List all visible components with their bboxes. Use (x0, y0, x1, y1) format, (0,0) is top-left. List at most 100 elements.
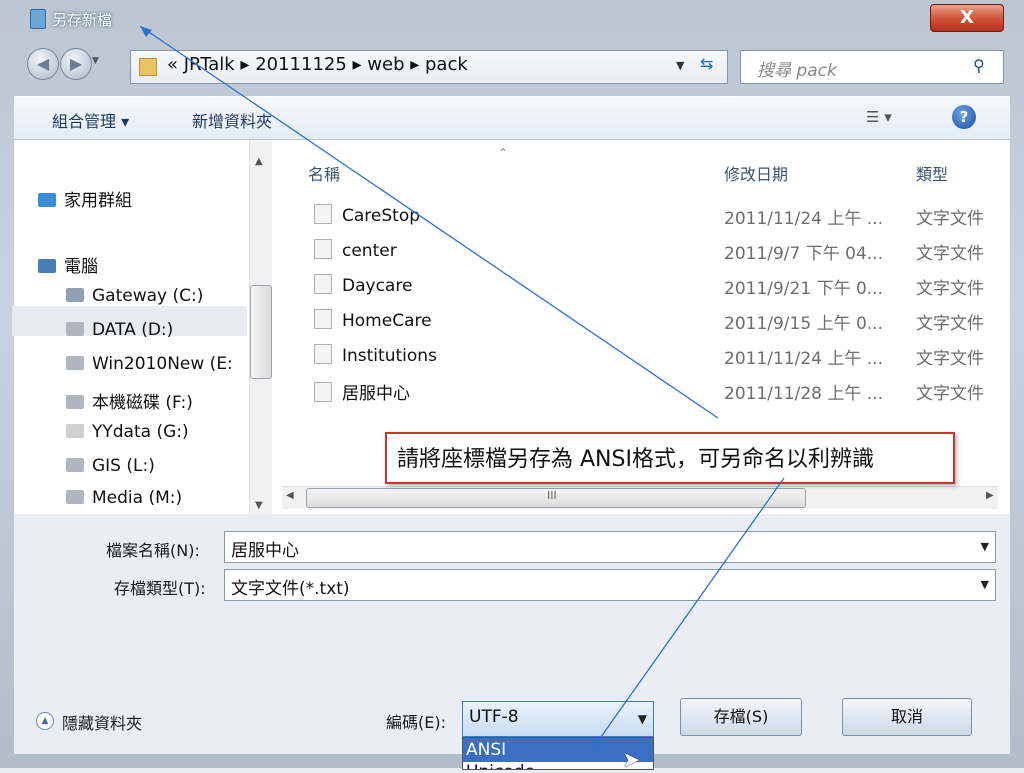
file-row[interactable]: center (314, 239, 397, 261)
file-type: 文字文件 (916, 279, 984, 299)
annotation-callout: 請將座標檔另存為 ANSI格式，可另命名以利辨識 (385, 432, 955, 484)
chevron-down-icon[interactable]: ▼ (981, 540, 989, 553)
column-header-modified[interactable]: 修改日期 (724, 161, 788, 185)
chevron-down-icon[interactable]: ▼ (676, 59, 684, 72)
sidebar-item[interactable]: Media (M:) (66, 488, 182, 508)
filename-label: 檔案名稱(N): (106, 541, 200, 560)
sidebar-item[interactable]: Gateway (C:) (66, 286, 203, 306)
sidebar-item[interactable]: 本機磁碟 (F:) (66, 388, 193, 413)
sidebar-item-label: Media (M:) (92, 488, 183, 508)
chevron-down-icon[interactable]: ▼ (638, 712, 647, 726)
file-row[interactable]: Institutions (314, 344, 437, 366)
encoding-label: 編碼(E): (386, 713, 446, 732)
sidebar-item-label: 本機磁碟 (F:) (92, 393, 193, 413)
text-file-icon (314, 274, 332, 294)
file-modified: 2011/11/24 上午 ... (724, 349, 884, 369)
file-name: 居服中心 (342, 384, 410, 404)
recent-locations-chevron-icon[interactable]: ▼ (92, 56, 104, 70)
text-file-icon (314, 204, 332, 224)
encoding-option-unicode[interactable]: Unicode (466, 762, 535, 769)
refresh-icon[interactable]: ⇆ (700, 54, 722, 78)
filetype-value: 文字文件(*.txt) (231, 579, 350, 599)
search-input[interactable]: 搜尋 pack ⚲ (740, 50, 1004, 84)
sidebar-item-label: DATA (D:) (92, 320, 174, 340)
file-modified: 2011/9/21 下午 0... (724, 279, 884, 299)
sidebar-item[interactable]: 電腦 (38, 252, 98, 277)
text-file-icon (314, 239, 332, 259)
network-drive-icon (66, 424, 84, 438)
new-folder-button[interactable]: 新增資料夾 (192, 108, 272, 132)
notepad-icon (30, 9, 46, 29)
scroll-down-icon[interactable]: ▼ (255, 500, 263, 511)
file-row[interactable]: HomeCare (314, 309, 432, 331)
arrow-right-icon: ▶ (69, 54, 83, 73)
forward-button[interactable]: ▶ (60, 48, 92, 80)
file-modified: 2011/9/7 下午 04... (724, 244, 884, 264)
sidebar-item[interactable]: DATA (D:) (66, 320, 173, 340)
column-header-type[interactable]: 類型 (916, 161, 948, 185)
title-bar[interactable]: 另存新檔 X (0, 0, 1024, 38)
chevron-down-icon[interactable]: ▼ (981, 578, 989, 591)
file-type: 文字文件 (916, 349, 984, 369)
scroll-up-icon[interactable]: ▲ (255, 156, 263, 167)
homegroup-icon (38, 193, 56, 207)
sidebar-item[interactable]: GIS (L:) (66, 456, 155, 476)
file-type: 文字文件 (916, 244, 984, 264)
drive-icon (66, 490, 84, 504)
sidebar-item-label: YYdata (G:) (92, 422, 189, 442)
breadcrumb[interactable]: « JRTalk ▸ 20111125 ▸ web ▸ pack (167, 54, 468, 75)
filetype-label: 存檔類型(T): (114, 579, 206, 598)
collapse-up-icon[interactable]: ▲ (36, 712, 54, 730)
file-name: Daycare (342, 276, 413, 296)
sidebar-item[interactable]: 家用群組 (38, 186, 132, 211)
scroll-left-icon[interactable]: ◀ (286, 490, 294, 501)
organize-button[interactable]: 組合管理 ▾ (52, 108, 129, 132)
scroll-right-icon[interactable]: ▶ (986, 490, 994, 501)
file-name: Institutions (342, 346, 437, 366)
file-row[interactable]: Daycare (314, 274, 412, 296)
file-type: 文字文件 (916, 384, 984, 404)
sidebar-item-label: Gateway (C:) (92, 286, 204, 306)
file-modified: 2011/11/24 上午 ... (724, 209, 884, 229)
sidebar-item[interactable]: YYdata (G:) (66, 422, 189, 442)
drive-icon (66, 395, 84, 409)
command-bar: 組合管理 ▾ 新增資料夾 ☰ ▾ ? (14, 96, 1010, 140)
filename-value: 居服中心 (231, 541, 299, 561)
scroll-grip: III (547, 489, 557, 502)
sidebar-item[interactable]: Win2010New (E: (66, 354, 233, 374)
text-file-icon (314, 344, 332, 364)
search-icon[interactable]: ⚲ (973, 56, 985, 75)
search-placeholder: 搜尋 pack (757, 61, 837, 81)
encoding-select[interactable]: UTF-8 ▼ (462, 701, 654, 737)
text-file-icon (314, 309, 332, 329)
sort-caret-icon: ⌃ (498, 146, 509, 160)
nav-scrollbar-thumb[interactable] (250, 285, 272, 379)
column-header-name[interactable]: 名稱 (308, 161, 340, 185)
filename-field[interactable]: 居服中心 ▼ (224, 531, 996, 563)
cancel-button[interactable]: 取消 (842, 698, 972, 736)
help-icon[interactable]: ? (952, 105, 976, 129)
hide-folders-button[interactable]: 隱藏資料夾 (62, 710, 142, 734)
filetype-select[interactable]: 文字文件(*.txt) ▼ (224, 569, 996, 601)
file-name: HomeCare (342, 311, 432, 331)
text-file-icon (314, 382, 332, 402)
close-button[interactable]: X (930, 4, 1004, 32)
file-type: 文字文件 (916, 314, 984, 334)
folder-icon (139, 58, 157, 76)
file-name: center (342, 241, 397, 261)
save-button[interactable]: 存檔(S) (680, 698, 802, 736)
address-bar[interactable]: « JRTalk ▸ 20111125 ▸ web ▸ pack ▼ (130, 50, 728, 84)
windows-drive-icon (66, 288, 84, 302)
drive-icon (66, 322, 84, 336)
file-row[interactable]: 居服中心 (314, 379, 410, 404)
sidebar-item-label: 電腦 (64, 257, 98, 277)
change-view-icon[interactable]: ☰ ▾ (866, 108, 892, 126)
callout-text: 請將座標檔另存為 ANSI格式，可另命名以利辨識 (397, 447, 874, 472)
file-modified: 2011/11/28 上午 ... (724, 384, 884, 404)
back-button[interactable]: ◀ (27, 48, 59, 80)
horizontal-scrollbar-thumb[interactable]: III (306, 488, 806, 508)
file-name: CareStop (342, 206, 421, 226)
drive-icon (66, 458, 84, 472)
sidebar-item-label: GIS (L:) (92, 456, 155, 476)
file-row[interactable]: CareStop (314, 204, 420, 226)
